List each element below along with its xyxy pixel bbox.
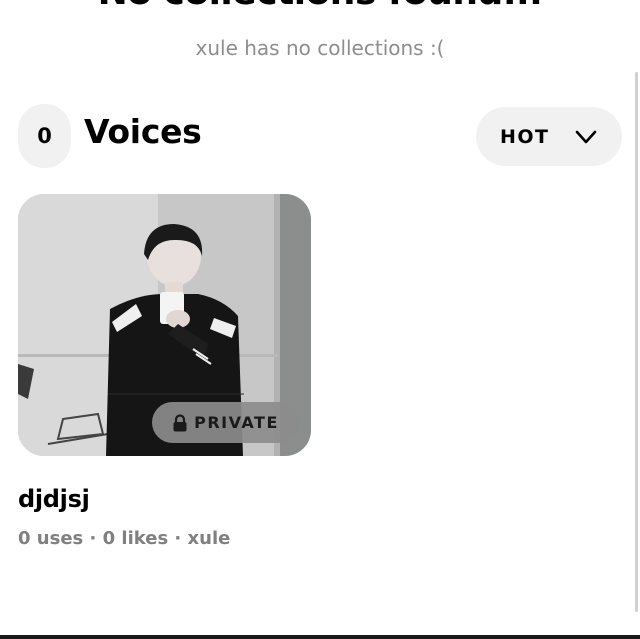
empty-collections-subtitle: xule has no collections :(: [195, 36, 445, 60]
private-badge: PRIVATE: [152, 402, 299, 443]
sort-label: HOT: [500, 125, 550, 148]
bottom-divider: [0, 635, 640, 639]
voices-count-badge: 0: [18, 104, 71, 168]
voice-name[interactable]: djdjsj: [18, 485, 90, 513]
voices-section-title: Voices: [84, 112, 202, 151]
sort-dropdown-button[interactable]: HOT: [476, 107, 622, 166]
lock-icon: [173, 413, 187, 431]
private-label: PRIVATE: [194, 413, 279, 432]
chevron-down-icon: [575, 130, 596, 143]
voices-count: 0: [37, 124, 52, 148]
scrollbar[interactable]: [635, 72, 638, 612]
voice-meta: 0 uses · 0 likes · xule: [18, 528, 231, 549]
profile-page: No collections found... xule has no coll…: [0, 0, 640, 639]
empty-collections-title: No collections found...: [0, 0, 640, 13]
